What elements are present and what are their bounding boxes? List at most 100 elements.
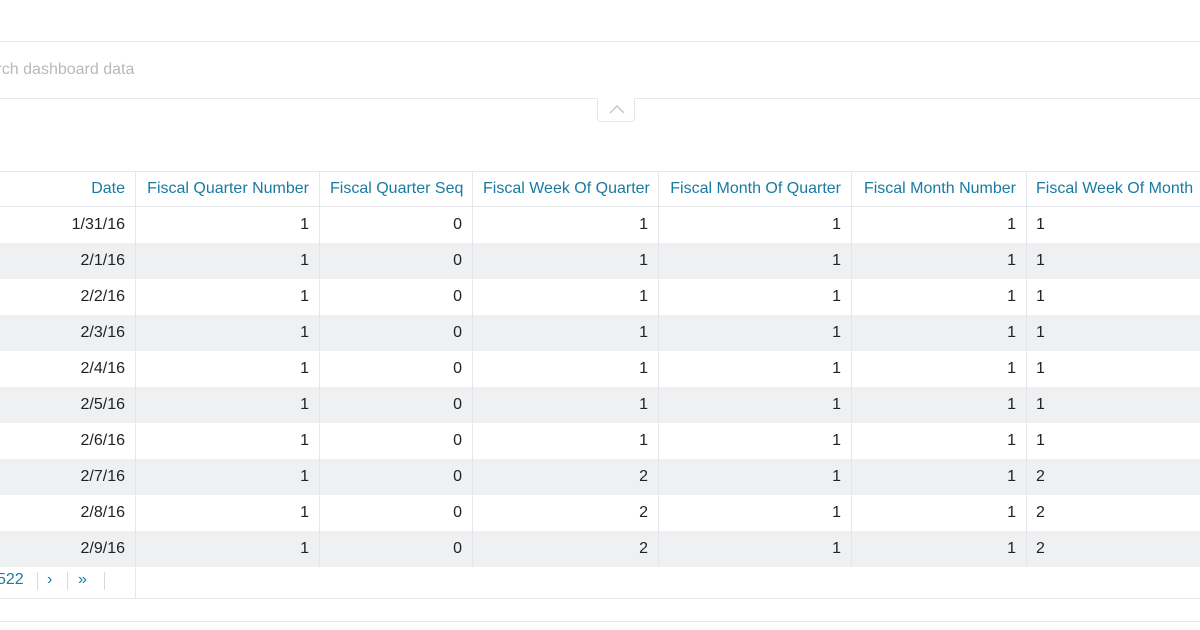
table-cell: 0 — [320, 423, 473, 459]
table-cell: 1 — [852, 207, 1027, 243]
table-cell: 1 — [659, 531, 852, 567]
chevron-up-icon — [609, 105, 625, 114]
table-cell: 1 — [136, 315, 320, 351]
table-cell: 1 — [1036, 288, 1045, 305]
collapse-toggle-button[interactable] — [597, 98, 635, 122]
table-cell: 1 — [852, 315, 1027, 351]
table-cell: 0 — [320, 279, 473, 315]
table-cell: 1 — [852, 279, 1027, 315]
table-cell: 1 — [659, 243, 852, 279]
table-cell: 1 — [473, 279, 659, 315]
table-cell: 1 — [1036, 396, 1045, 413]
table-row: 2/5/16 1 0 1 1 1 1 — [0, 387, 1200, 423]
table-cell: 1 — [136, 207, 320, 243]
table-row: 2/7/16 1 0 2 1 1 2 — [0, 459, 1200, 495]
table-cell: 1/31/16 — [0, 207, 136, 243]
table-cell: 1 — [852, 531, 1027, 567]
table-row: 1/31/16 1 0 1 1 1 1 — [0, 207, 1200, 243]
column-divider — [135, 563, 136, 599]
table-header-row: Date Fiscal Quarter Number Fiscal Quarte… — [0, 171, 1200, 207]
table-cell: 1 — [852, 423, 1027, 459]
table-cell: 0 — [320, 495, 473, 531]
table-cell: 1 — [473, 315, 659, 351]
table-cell: 2/1/16 — [0, 243, 136, 279]
table-cell: 1 — [473, 423, 659, 459]
last-page-button[interactable]: » — [78, 571, 87, 589]
column-header-fiscal-quarter-number[interactable]: Fiscal Quarter Number — [136, 172, 320, 206]
table-cell: 2 — [1036, 540, 1045, 557]
table-cell: 0 — [320, 243, 473, 279]
table-cell: 2/3/16 — [0, 315, 136, 351]
table-cell: 1 — [136, 531, 320, 567]
table-cell: 1 — [136, 423, 320, 459]
table-cell: 1 — [659, 279, 852, 315]
table-cell: 2 — [473, 495, 659, 531]
table-row: 2/3/16 1 0 1 1 1 1 — [0, 315, 1200, 351]
table-cell: 1 — [659, 315, 852, 351]
table-cell: 1 — [136, 351, 320, 387]
table-cell: 1 — [136, 459, 320, 495]
table-cell: 2/9/16 — [0, 531, 136, 567]
table-cell: 0 — [320, 387, 473, 423]
table-cell: 1 — [1036, 324, 1045, 341]
table-cell: 1 — [136, 279, 320, 315]
pagination-page-number[interactable]: 522 — [0, 571, 24, 589]
search-input[interactable] — [0, 52, 1068, 88]
table-cell: 2 — [473, 531, 659, 567]
table-cell: 1 — [473, 351, 659, 387]
table-cell: 1 — [852, 243, 1027, 279]
table-cell: 1 — [852, 495, 1027, 531]
table-cell: 1 — [1036, 432, 1045, 449]
table-cell: 2/6/16 — [0, 423, 136, 459]
table-cell: 2/7/16 — [0, 459, 136, 495]
table-cell: 0 — [320, 315, 473, 351]
table-cell: 1 — [659, 459, 852, 495]
table-cell: 2 — [473, 459, 659, 495]
data-table: Date Fiscal Quarter Number Fiscal Quarte… — [0, 171, 1200, 567]
table-cell: 2/8/16 — [0, 495, 136, 531]
search-bar — [0, 42, 1200, 99]
table-cell: 0 — [320, 459, 473, 495]
table-cell: 2 — [1036, 504, 1045, 521]
table-row: 2/2/16 1 0 1 1 1 1 — [0, 279, 1200, 315]
table-cell: 2/2/16 — [0, 279, 136, 315]
table-cell: 0 — [320, 531, 473, 567]
table-cell: 1 — [1036, 252, 1045, 269]
pagination-divider — [37, 572, 38, 590]
table-cell: 2/5/16 — [0, 387, 136, 423]
table-cell: 1 — [1036, 216, 1045, 233]
pagination-divider — [67, 572, 68, 590]
table-cell: 1 — [659, 351, 852, 387]
column-header-fiscal-month-number[interactable]: Fiscal Month Number — [852, 172, 1027, 206]
top-toolbar — [0, 0, 1200, 42]
table-cell: 1 — [136, 243, 320, 279]
table-cell: 1 — [659, 423, 852, 459]
pagination-divider — [104, 572, 105, 590]
table-cell: 1 — [659, 387, 852, 423]
column-header-fiscal-quarter-seq[interactable]: Fiscal Quarter Seq — [320, 172, 473, 206]
table-row: 2/8/16 1 0 2 1 1 2 — [0, 495, 1200, 531]
table-cell: 0 — [320, 207, 473, 243]
footer-divider — [0, 621, 1200, 622]
table-row: 2/6/16 1 0 1 1 1 1 — [0, 423, 1200, 459]
table-cell: 1 — [1036, 360, 1045, 377]
table-row: 2/9/16 1 0 2 1 1 2 — [0, 531, 1200, 567]
table-cell: 1 — [473, 387, 659, 423]
dashboard-data-view: Date Fiscal Quarter Number Fiscal Quarte… — [0, 0, 1200, 630]
table-row: 2/4/16 1 0 1 1 1 1 — [0, 351, 1200, 387]
table-cell: 2 — [1036, 468, 1045, 485]
table-cell: 1 — [852, 459, 1027, 495]
table-cell: 1 — [852, 351, 1027, 387]
column-header-fiscal-week-of-month[interactable]: Fiscal Week Of Month — [1027, 172, 1200, 206]
table-cell: 0 — [320, 351, 473, 387]
pagination-bar: 522 › » — [0, 563, 1200, 599]
table-cell: 2/4/16 — [0, 351, 136, 387]
column-header-fiscal-month-of-quarter[interactable]: Fiscal Month Of Quarter — [659, 172, 852, 206]
column-header-fiscal-week-of-quarter[interactable]: Fiscal Week Of Quarter — [473, 172, 659, 206]
table-cell: 1 — [852, 387, 1027, 423]
next-page-button[interactable]: › — [47, 571, 52, 589]
table-row: 2/1/16 1 0 1 1 1 1 — [0, 243, 1200, 279]
table-cell: 1 — [136, 495, 320, 531]
table-cell: 1 — [659, 495, 852, 531]
column-header-date[interactable]: Date — [0, 172, 136, 206]
